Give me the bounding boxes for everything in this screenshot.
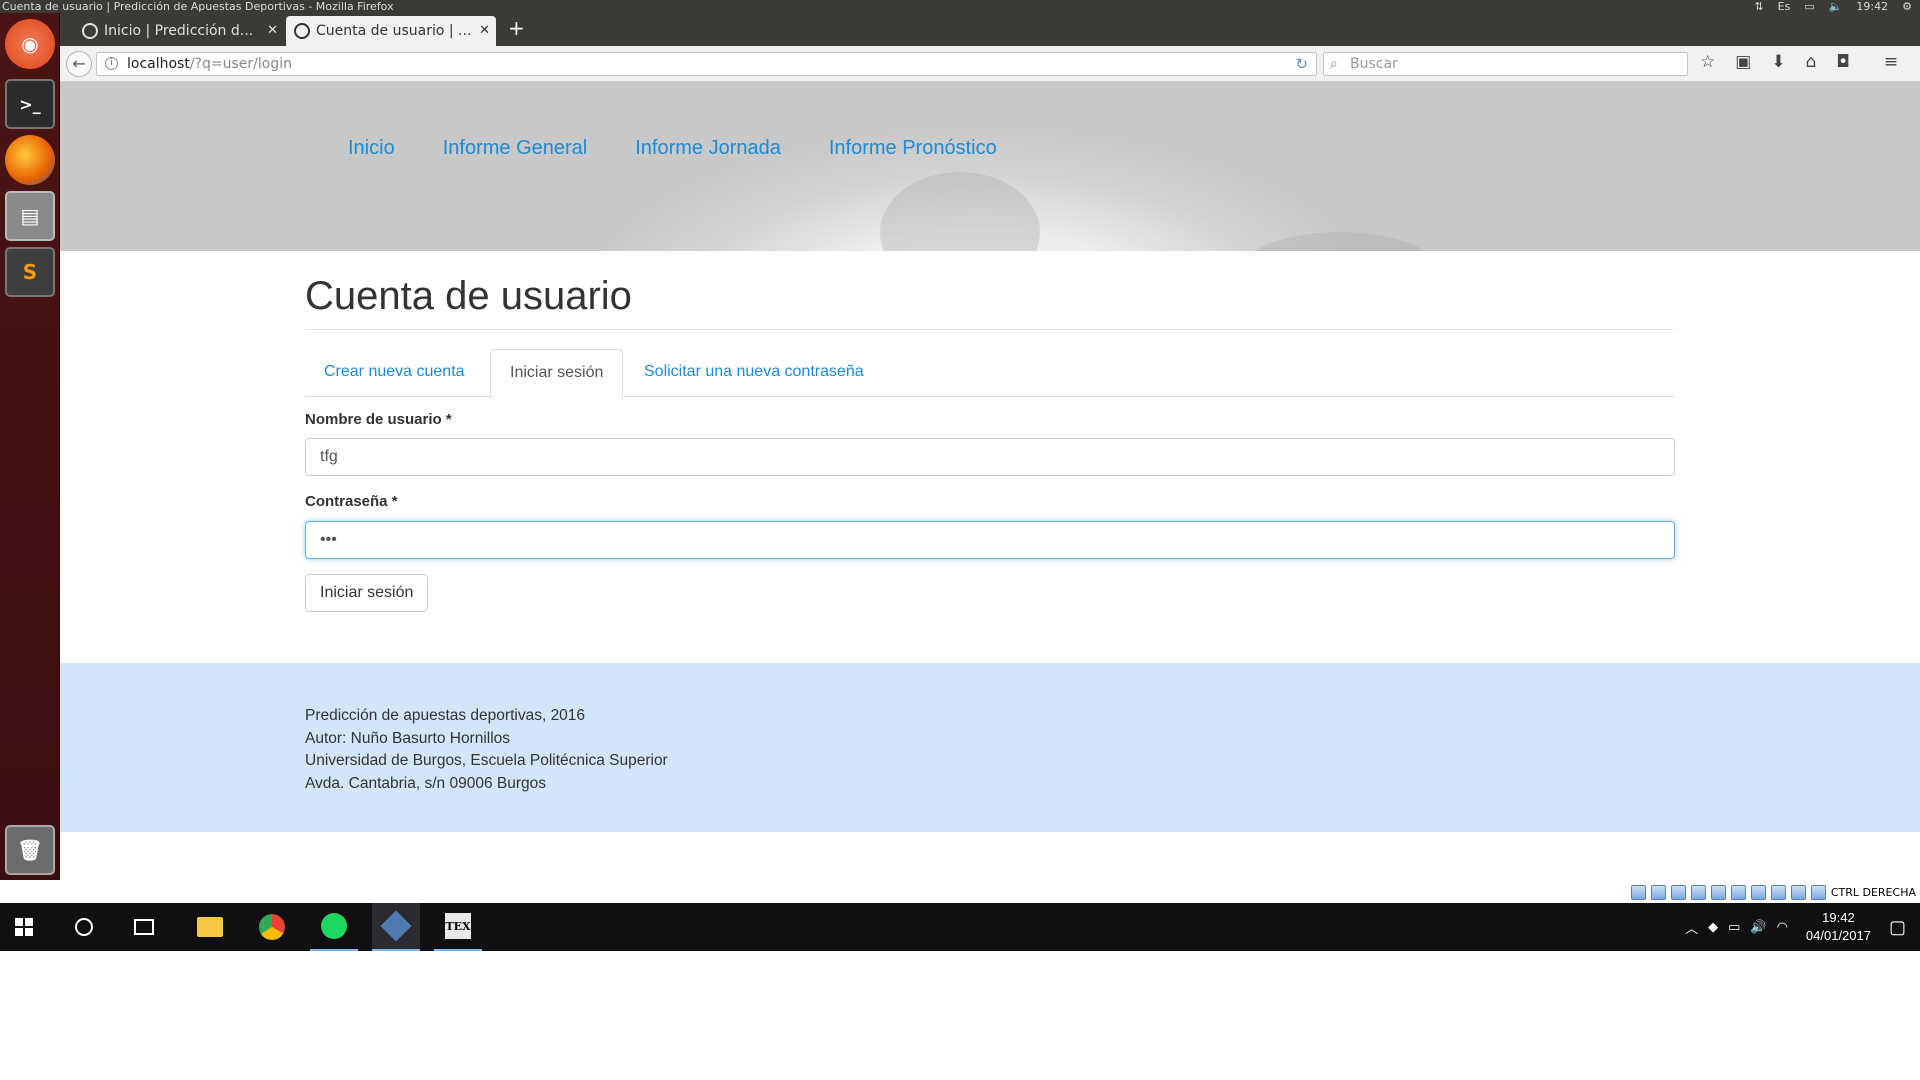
menu-item-informe-general[interactable]: Informe General (443, 137, 588, 160)
vbox-audio-icon[interactable] (1670, 885, 1686, 900)
page-title: Cuenta de usuario (305, 274, 632, 318)
battery-icon[interactable]: ▭ (1728, 919, 1740, 935)
close-tab-icon[interactable]: ✕ (479, 16, 490, 46)
host-key-label: CTRL DERECHA (1830, 886, 1916, 899)
settings-gear-icon[interactable]: ⚙ (1902, 0, 1912, 13)
unity-launcher: ◉ >_ ▤ S 🗑 (0, 13, 60, 880)
tex-editor-icon[interactable]: TEX (434, 903, 482, 951)
wifi-icon[interactable]: ◠ (1777, 919, 1788, 935)
username-label: Nombre de usuario * (305, 411, 452, 428)
menu-item-informe-jornada[interactable]: Informe Jornada (635, 137, 781, 160)
footer-line: Avda. Cantabria, s/n 09006 Burgos (305, 774, 546, 792)
window-title: Cuenta de usuario | Predicción de Apuest… (2, 0, 394, 13)
volume-icon[interactable]: 🔈 (1829, 0, 1843, 13)
password-label: Contraseña * (305, 493, 398, 510)
spotify-icon[interactable] (310, 903, 358, 951)
vbox-storage-icon[interactable] (1630, 885, 1646, 900)
site-info-icon[interactable]: i (105, 57, 118, 70)
file-explorer-icon[interactable] (186, 903, 234, 951)
home-icon[interactable]: ⌂ (1806, 52, 1817, 72)
vbox-usb-icon[interactable] (1710, 885, 1726, 900)
footer-line: Universidad de Burgos, Escuela Politécni… (305, 752, 668, 769)
vbox-shared-folders-icon[interactable] (1730, 885, 1746, 900)
system-tray: ︿ ◆ ▭ 🔊 ◠ 19:42 04/01/2017 ▢ (1685, 903, 1920, 951)
cortana-search-icon[interactable] (60, 903, 108, 951)
keyboard-indicator[interactable]: Es (1778, 0, 1791, 13)
search-icon: ⌕ (1330, 56, 1338, 72)
back-arrow-icon[interactable]: ← (66, 51, 92, 77)
url-host: localhost (127, 56, 190, 72)
windows-taskbar: TEX ︿ ◆ ▭ 🔊 ◠ 19:42 04/01/2017 ▢ (0, 903, 1920, 951)
menu-item-inicio[interactable]: Inicio (348, 137, 395, 160)
hamburger-menu-icon[interactable]: ≡ (1884, 52, 1898, 72)
reload-icon[interactable]: ↻ (1295, 53, 1308, 75)
web-page: Inicio Informe General Informe Jornada I… (60, 82, 1920, 881)
url-bar[interactable]: i localhost/?q=user/login ↻ (96, 52, 1317, 76)
reading-list-icon[interactable]: ▣ (1735, 52, 1751, 72)
tab-inicio[interactable]: Inicio | Predicción d... ✕ (74, 16, 284, 46)
ubuntu-top-panel: Cuenta de usuario | Predicción de Apuest… (0, 0, 1920, 13)
action-center-icon[interactable]: ▢ (1889, 917, 1906, 938)
title-divider (305, 329, 1675, 330)
main-menu: Inicio Informe General Informe Jornada I… (348, 137, 997, 160)
windows-start-icon[interactable] (0, 903, 48, 951)
tab-crear-cuenta[interactable]: Crear nueva cuenta (305, 349, 484, 397)
dropbox-icon[interactable]: ◆ (1708, 919, 1718, 935)
show-hidden-icons-chevron-icon[interactable]: ︿ (1685, 918, 1698, 937)
task-view-icon[interactable] (120, 903, 168, 951)
desktop-screen: { "window": {"title": "Cuenta de usuario… (0, 0, 1920, 1080)
vbox-capture-icon[interactable] (1770, 885, 1786, 900)
download-icon[interactable]: ⬇ (1771, 52, 1785, 72)
sublime-text-icon[interactable]: S (5, 247, 55, 297)
volume-icon[interactable]: 🔊 (1750, 919, 1766, 935)
close-tab-icon[interactable]: ✕ (267, 16, 278, 46)
tab-cuenta-usuario[interactable]: Cuenta de usuario | ... ✕ (286, 16, 496, 46)
username-input[interactable] (305, 438, 1675, 476)
soccer-ball-icon (82, 23, 98, 39)
network-icon[interactable]: ⇅ (1754, 0, 1763, 13)
files-icon[interactable]: ▤ (5, 191, 55, 241)
browser-navigation-bar: ← i localhost/?q=user/login ↻ ⌕ Buscar ☆… (60, 46, 1920, 82)
footer-line: Predicción de apuestas deportivas, 2016 (305, 707, 586, 724)
vbox-mouse-icon[interactable] (1810, 885, 1826, 900)
search-placeholder: Buscar (1350, 56, 1398, 72)
search-bar[interactable]: ⌕ Buscar (1323, 52, 1688, 76)
trash-icon[interactable]: 🗑 (5, 825, 55, 875)
menu-item-informe-pronostico[interactable]: Informe Pronóstico (829, 137, 997, 160)
taskbar-date: 04/01/2017 (1805, 928, 1871, 943)
chrome-icon[interactable] (248, 903, 296, 951)
tab-iniciar-sesion[interactable]: Iniciar sesión (490, 349, 624, 398)
browser-tab-strip: Inicio | Predicción d... ✕ Cuenta de usu… (60, 13, 1920, 46)
header-banner: Inicio Informe General Informe Jornada I… (60, 82, 1920, 251)
login-submit-button[interactable]: Iniciar sesión (305, 574, 429, 612)
battery-icon[interactable]: ▭ (1804, 0, 1814, 13)
soccer-ball-patch (880, 172, 1040, 251)
soccer-ball-patch (1240, 232, 1440, 251)
footer-line: Autor: Nuño Basurto Hornillos (305, 729, 511, 747)
taskbar-time: 19:42 (1822, 910, 1855, 925)
tab-label: Cuenta de usuario | ... (316, 23, 472, 39)
new-tab-plus-icon[interactable]: + (508, 13, 525, 43)
bookmark-star-icon[interactable]: ☆ (1700, 52, 1715, 72)
tab-nueva-contrasena[interactable]: Solicitar una nueva contraseña (625, 349, 883, 397)
terminal-icon[interactable]: >_ (5, 79, 55, 129)
vbox-optical-icon[interactable] (1650, 885, 1666, 900)
account-tabs: Crear nueva cuenta Iniciar sesión Solici… (305, 349, 1675, 398)
tab-label: Inicio | Predicción d... (104, 23, 254, 39)
ubuntu-dash-icon[interactable]: ◉ (5, 19, 55, 69)
taskbar-clock[interactable]: 19:42 04/01/2017 (1798, 909, 1879, 945)
url-path: /?q=user/login (189, 56, 292, 72)
vbox-network-icon[interactable] (1690, 885, 1706, 900)
site-footer: Predicción de apuestas deportivas, 2016 … (60, 663, 1920, 832)
virtualbox-icon[interactable] (372, 903, 420, 951)
password-input[interactable] (305, 521, 1675, 559)
pocket-icon[interactable]: ◘ (1836, 52, 1849, 72)
firefox-icon[interactable] (5, 135, 55, 185)
soccer-ball-icon (294, 23, 310, 39)
virtualbox-status-bar: CTRL DERECHA (1570, 882, 1920, 903)
panel-clock[interactable]: 19:42 (1856, 0, 1888, 13)
vbox-display-icon[interactable] (1750, 885, 1766, 900)
vbox-cpu-icon[interactable] (1790, 885, 1806, 900)
